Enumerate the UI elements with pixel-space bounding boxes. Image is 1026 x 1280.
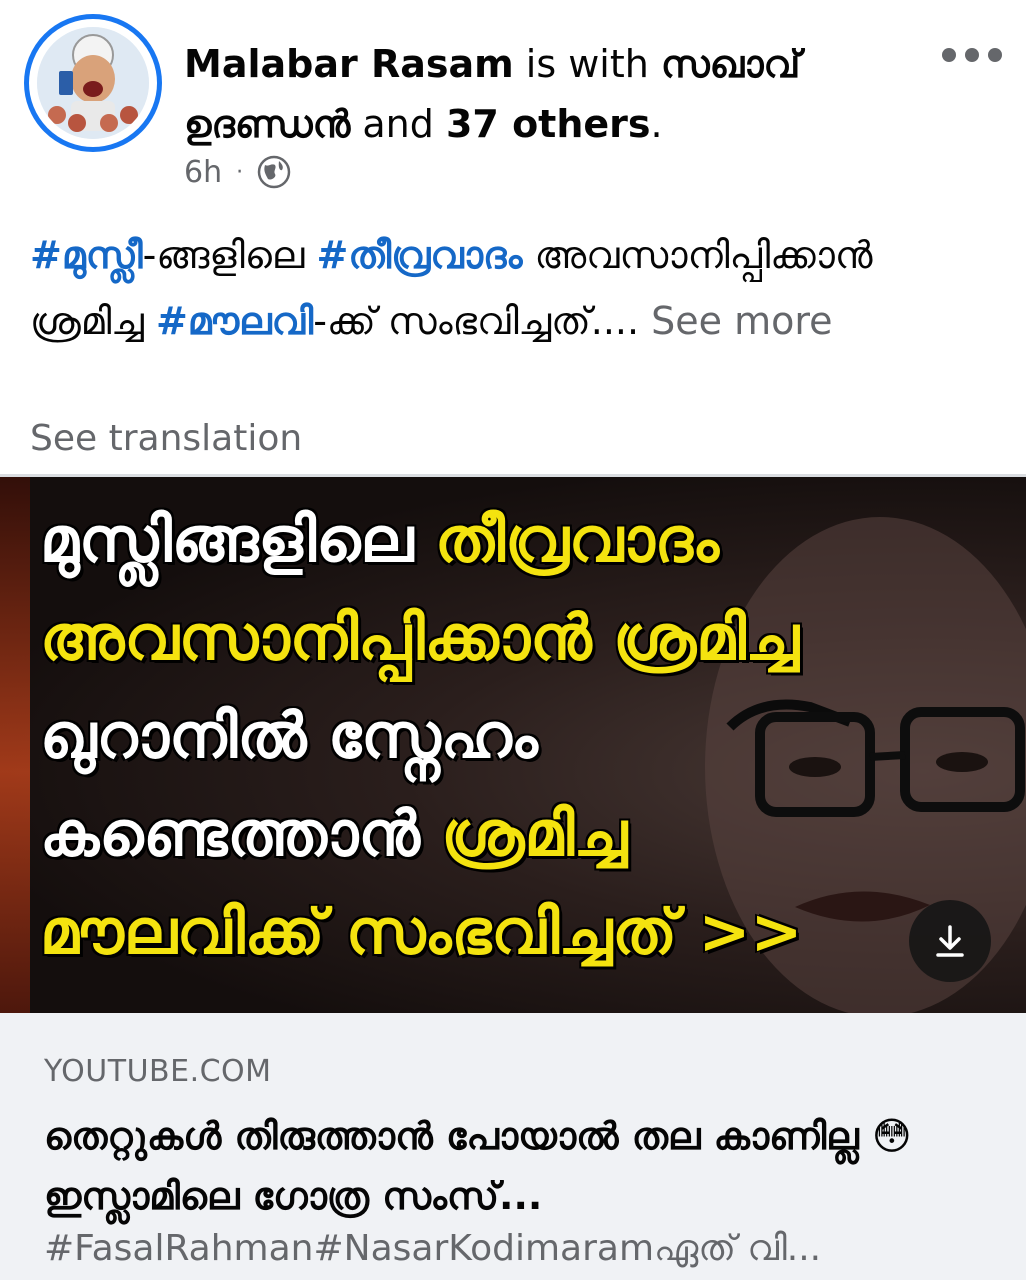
video-thumbnail[interactable]: മുസ്ലിങ്ങളിലെ തീവ്രവാദം അവസാനിപ്പിക്കാൻ … — [0, 477, 1026, 1013]
hashtag-muslim[interactable]: #മുസ്ലീ — [30, 233, 143, 277]
globe-icon[interactable] — [257, 155, 291, 189]
dot-2 — [965, 48, 979, 62]
thumbnail-caption: മുസ്ലിങ്ങളിലെ തീവ്രവാദം അവസാനിപ്പിക്കാൻ … — [40, 491, 910, 981]
thumb-line-5: മൗലവിക്ക് സംഭവിച്ചത് >> — [40, 895, 803, 968]
thumb-line-1: മുസ്ലിങ്ങളിലെ തീവ്രവാദം — [40, 503, 719, 576]
download-icon — [936, 925, 964, 957]
post-time[interactable]: 6h — [184, 155, 222, 190]
post-attribution: Malabar Rasam is with സഖാവ് ഉദണ്ഡൻ and 3… — [184, 34, 904, 154]
separator-dot: · — [236, 159, 244, 185]
thumb-line-3: ഖുറാനിൽ സ്നേഹം — [40, 699, 538, 772]
dot-3 — [988, 48, 1002, 62]
post-meta: 6h · — [184, 150, 291, 194]
avatar-image — [37, 27, 149, 139]
period: . — [650, 102, 663, 146]
body-text-3: -ക്ക് സംഭവിച്ചത്.... — [313, 299, 652, 343]
download-button[interactable] — [909, 900, 991, 982]
and-text: and — [350, 102, 446, 146]
is-with-text: is with — [513, 42, 661, 86]
hashtag-moulavi[interactable]: #മൗലവി — [156, 299, 313, 343]
others-link[interactable]: 37 others — [446, 102, 651, 146]
author-name[interactable]: Malabar Rasam — [184, 42, 514, 86]
body-text-1: -ങ്ങളിലെ — [142, 233, 317, 277]
hashtag-extremism[interactable]: #തീവ്രവാദം — [316, 233, 522, 277]
author-avatar[interactable] — [24, 14, 162, 152]
thumbnail-edge-glow — [0, 477, 30, 1013]
see-more-link[interactable]: See more — [651, 299, 832, 343]
dot-1 — [942, 48, 956, 62]
thumb-line-4: കണ്ടെത്താൻ ശ്രമിച്ച — [40, 797, 628, 870]
see-translation-link[interactable]: See translation — [30, 418, 302, 459]
link-description: #FasalRahman#NasarKodimaramഏത് വി... — [44, 1228, 822, 1269]
thumb-line-2: അവസാനിപ്പിക്കാൻ ശ്രമിച്ച — [40, 601, 800, 674]
post-header: Malabar Rasam is with സഖാവ് ഉദണ്ഡൻ and 3… — [0, 0, 1026, 200]
more-options-icon[interactable] — [942, 40, 1002, 70]
link-domain: YOUTUBE.COM — [44, 1054, 272, 1089]
link-title[interactable]: തെറ്റുകൾ തിരുത്താൻ പോയാൽ തല കാണില്ല 😳 ഇസ… — [44, 1106, 994, 1226]
post-body: #മുസ്ലീ-ങ്ങളിലെ #തീവ്രവാദം അവസാനിപ്പിക്ക… — [30, 222, 996, 354]
